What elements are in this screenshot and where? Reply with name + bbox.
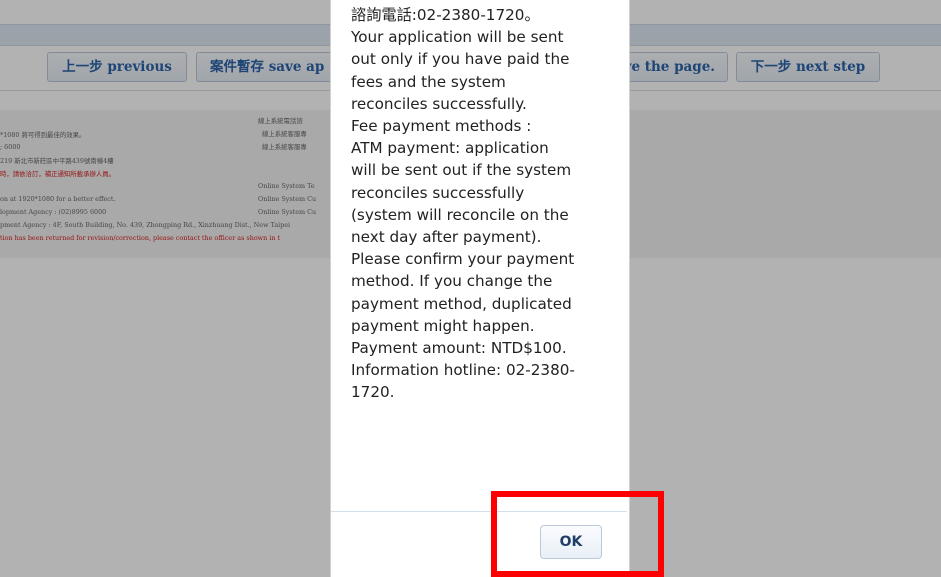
dialog-message-line: out only if you have paid the bbox=[351, 50, 570, 69]
dialog-message-line: Fee payment methods : bbox=[351, 117, 532, 136]
dialog-message-line: Information hotline: 02-2380- bbox=[351, 361, 575, 380]
dialog-message-line: 諮詢電話:02-2380-1720。 bbox=[351, 6, 540, 24]
dialog-message-line: will be sent out if the system bbox=[351, 161, 572, 180]
dialog-message-line: reconciles successfully. bbox=[351, 94, 527, 113]
dialog-message: 諮詢電話:02-2380-1720。 Your application will… bbox=[351, 4, 621, 404]
dialog-message-line: ATM payment: application bbox=[351, 139, 549, 158]
dialog-message-line: Your application will be sent bbox=[351, 28, 564, 47]
dialog-message-line: Please confirm your payment bbox=[351, 250, 575, 269]
dialog-message-line: payment might happen. bbox=[351, 316, 535, 335]
dialog-message-line: 1720. bbox=[351, 383, 395, 402]
dialog-message-line: payment method, duplicated bbox=[351, 294, 572, 313]
dialog-message-line: method. If you change the bbox=[351, 272, 553, 291]
dialog-message-line: next day after payment). bbox=[351, 228, 542, 247]
dialog-message-line: reconciles successfully bbox=[351, 183, 525, 202]
dialog-message-line: (system will reconcile on the bbox=[351, 205, 569, 224]
dialog-message-line: Payment amount: NTD$100. bbox=[351, 339, 567, 358]
ok-button-highlight bbox=[491, 491, 664, 577]
dialog-message-line: fees and the system bbox=[351, 72, 506, 91]
